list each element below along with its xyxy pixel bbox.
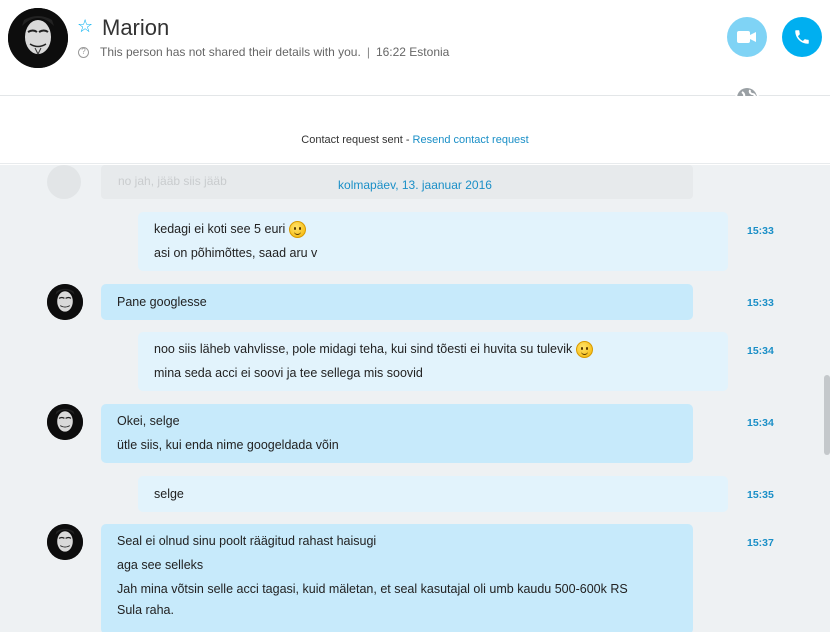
phone-call-icon (795, 30, 809, 44)
question-icon[interactable]: ? (78, 46, 89, 58)
message-time: 15:33 (747, 225, 774, 237)
chat-scrollbar[interactable] (824, 375, 830, 455)
message-text: noo siis läheb vahvlisse, pole midagi te… (154, 342, 573, 356)
message-text: ütle siis, kui enda nime googeldada võin (117, 438, 339, 452)
contact-request-bar: Contact request sent - Resend contact re… (0, 96, 830, 164)
message-bubble-outgoing[interactable]: kedagi ei koti see 5 euri asi on põhimõt… (138, 212, 728, 271)
skype-chat-window: ☆ Marion ? This person has not shared th… (0, 0, 830, 632)
message-line: Seal ei olnud sinu poolt räägitud rahast… (117, 529, 677, 553)
message-time: 15:37 (747, 537, 774, 549)
message-text: Jah mina võtsin selle acci tagasi, kuid … (117, 582, 628, 596)
sender-avatar[interactable] (47, 284, 83, 320)
message-text: mina seda acci ei soovi ja tee sellega m… (154, 366, 423, 380)
message-line: mina seda acci ei soovi ja tee sellega m… (154, 361, 712, 385)
message-line: selge (154, 482, 712, 506)
message-line: Sula raha. (117, 601, 677, 619)
message-bubble-incoming[interactable]: Okei, selge ütle siis, kui enda nime goo… (101, 404, 693, 463)
contact-name: Marion (102, 15, 170, 40)
smiley-icon (289, 220, 307, 238)
sender-avatar[interactable] (47, 404, 83, 440)
message-text: Pane googlesse (117, 295, 207, 309)
contact-request-notice: Contact request sent - Resend contact re… (0, 134, 830, 146)
message-text: Seal ei olnud sinu poolt räägitud rahast… (117, 534, 377, 548)
message-text: aga see selleks (117, 558, 204, 572)
message-line: Jah mina võtsin selle acci tagasi, kuid … (117, 577, 677, 601)
video-call-icon (737, 31, 756, 43)
message-bubble-incoming[interactable]: Pane googlesse (101, 284, 693, 320)
message-text: asi on põhimõttes, saad aru v (154, 246, 318, 260)
message-bubble-incoming[interactable]: Seal ei olnud sinu poolt räägitud rahast… (101, 524, 693, 632)
contact-local-time: 16:22 Estonia (375, 45, 450, 59)
favorite-star-icon[interactable]: ☆ (77, 16, 93, 36)
message-time: 15:34 (747, 345, 774, 357)
chat-history[interactable]: no jah, jääb siis jääb kolmapäev, 13. ja… (0, 165, 830, 632)
message-text: Okei, selge (117, 414, 180, 428)
message-time: 15:34 (747, 417, 774, 429)
message-time: 15:33 (747, 297, 774, 309)
resend-contact-request-link[interactable]: Resend contact request (413, 134, 529, 146)
message-line: Pane googlesse (117, 290, 677, 314)
message-bubble-outgoing[interactable]: noo siis läheb vahvlisse, pole midagi te… (138, 332, 728, 391)
message-line: noo siis läheb vahvlisse, pole midagi te… (154, 337, 712, 361)
video-call-button[interactable] (727, 17, 767, 57)
message-line: kedagi ei koti see 5 euri (154, 217, 712, 241)
separator: | (366, 45, 370, 59)
message-bubble-outgoing[interactable]: selge (138, 476, 728, 512)
date-separator: kolmapäev, 13. jaanuar 2016 (338, 178, 492, 192)
message-text: selge (154, 487, 184, 501)
message-text: Sula raha. (117, 603, 174, 617)
message-line: Okei, selge (117, 409, 677, 433)
message-text: kedagi ei koti see 5 euri (154, 222, 286, 236)
message-line: aga see selleks (117, 553, 677, 577)
contact-request-text: Contact request sent - (301, 134, 413, 146)
smiley-icon (576, 340, 594, 358)
contact-status-line: ? This person has not shared their detai… (78, 44, 449, 60)
contact-status-text: This person has not shared their details… (100, 45, 361, 59)
audio-call-button[interactable] (782, 17, 822, 57)
contact-avatar[interactable] (8, 8, 68, 68)
sender-avatar[interactable] (47, 524, 83, 560)
conversation-header: ☆ Marion ? This person has not shared th… (0, 0, 830, 96)
message-line: asi on põhimõttes, saad aru v (154, 241, 712, 265)
message-line: ütle siis, kui enda nime googeldada võin (117, 433, 677, 457)
message-time: 15:35 (747, 489, 774, 501)
